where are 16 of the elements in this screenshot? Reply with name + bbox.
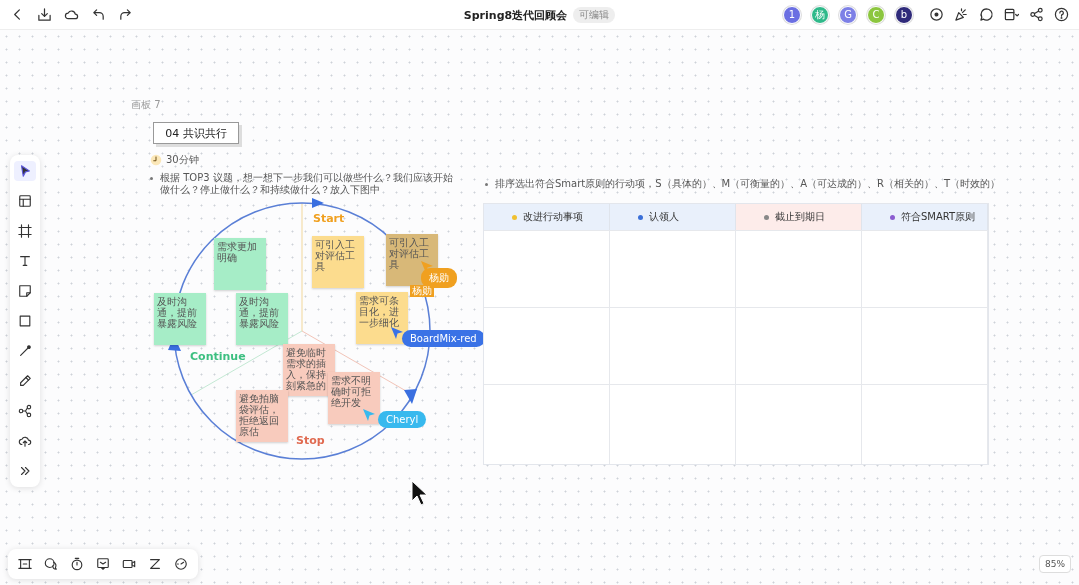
document-title: Spring8迭代回顾会	[463, 7, 568, 23]
column-label: 认领人	[649, 210, 679, 224]
quadrant-label: Stop	[296, 434, 325, 447]
column-label: 改进行动事项	[523, 210, 583, 224]
instruction-text: 根据 TOP3 议题，想一想下一步我们可以做些什么？我们应该开始做什么？停止做什么？和持续做什么？放入下图中	[160, 172, 453, 195]
instruction-text: 排序选出符合Smart原则的行动项，S（具体的）、M（可衡量的）、A（可达成的）、R（相关的）、T（时效的）	[495, 178, 1001, 189]
column-label: 截止到期日	[775, 210, 825, 224]
column-label: 符合SMART原则	[901, 210, 976, 224]
quadrant-label: Start	[313, 212, 345, 225]
user-tag: 杨勋	[410, 285, 434, 297]
board-label: 画板 7	[131, 98, 161, 112]
quadrant-label: Continue	[190, 350, 246, 363]
user-cursor-label: Cheryl	[378, 411, 427, 428]
edit-permission-badge: 可编辑	[573, 7, 616, 23]
section-title-card: 04 共识共行	[153, 122, 239, 144]
duration-text: 30分钟	[166, 153, 199, 167]
